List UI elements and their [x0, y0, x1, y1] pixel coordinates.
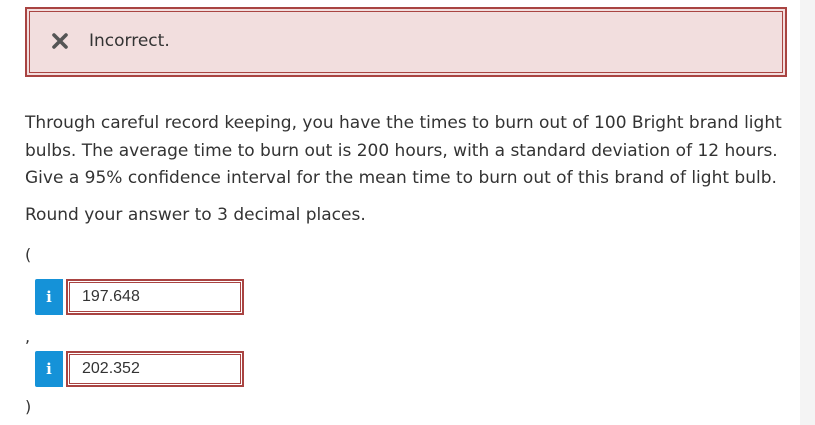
alert-status-text: Incorrect.	[89, 31, 170, 51]
rounding-instruction: Round your answer to 3 decimal places.	[25, 205, 366, 225]
info-icon[interactable]: i	[35, 279, 63, 315]
x-icon	[52, 33, 68, 49]
upper-bound-input[interactable]: 202.352	[66, 351, 244, 387]
upper-bound-group: i 202.352	[35, 351, 244, 387]
page-edge-strip	[800, 0, 815, 425]
close-paren: )	[25, 397, 32, 416]
open-paren: (	[25, 245, 32, 264]
info-icon[interactable]: i	[35, 351, 63, 387]
lower-bound-group: i 197.648	[35, 279, 244, 315]
separator-comma: ,	[25, 327, 31, 346]
incorrect-alert: Incorrect.	[25, 7, 787, 77]
lower-bound-input[interactable]: 197.648	[66, 279, 244, 315]
question-text: Through careful record keeping, you have…	[25, 113, 782, 188]
